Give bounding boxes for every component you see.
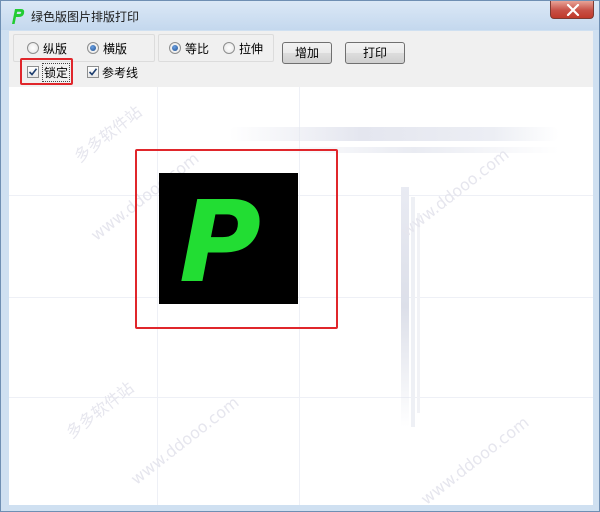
title-bar[interactable]: 绿色版图片排版打印 (1, 1, 599, 30)
tile-letter: P (179, 178, 261, 304)
radio-landscape-label: 横版 (103, 41, 128, 56)
radio-portrait-circle[interactable] (27, 42, 39, 54)
window-title: 绿色版图片排版打印 (31, 10, 140, 24)
radio-landscape[interactable]: 横版 (87, 40, 127, 56)
radio-portrait-label: 纵版 (43, 41, 68, 56)
guides-checkbox[interactable]: 参考线 (87, 64, 138, 80)
radio-proportional-circle[interactable] (169, 42, 181, 54)
close-icon (566, 4, 580, 16)
watermark: 多多软件站 (62, 378, 138, 443)
checkmark-icon (28, 68, 38, 76)
radio-stretch-label: 拉伸 (239, 41, 264, 56)
lock-checkbox-box[interactable] (27, 66, 39, 78)
radio-stretch-circle[interactable] (223, 42, 235, 54)
background-streak (417, 213, 420, 413)
radio-proportional-label: 等比 (185, 41, 210, 56)
radio-stretch[interactable]: 拉伸 (223, 40, 263, 56)
add-button[interactable]: 增加 (282, 42, 332, 64)
checkmark-icon (88, 68, 98, 76)
radio-portrait[interactable]: 纵版 (27, 40, 67, 56)
watermark: 多多软件站 (70, 102, 146, 167)
app-p-logo-icon (12, 9, 25, 24)
app-window: 绿色版图片排版打印 纵版 横版 等比 拉伸 增加 打印 锁定 参考线 多多软件站… (0, 0, 600, 512)
watermark: www.ddooo.com (397, 144, 513, 241)
image-tile[interactable]: P (159, 173, 298, 308)
lock-checkbox-label: 锁定 (42, 62, 71, 82)
close-button[interactable] (550, 1, 594, 19)
background-streak (229, 127, 559, 141)
guides-checkbox-label: 参考线 (102, 65, 139, 80)
guide-line (157, 87, 158, 505)
guide-line (9, 297, 593, 298)
toolbar: 纵版 横版 等比 拉伸 增加 打印 锁定 参考线 (9, 31, 593, 87)
radio-proportional[interactable]: 等比 (169, 40, 209, 56)
lock-checkbox[interactable]: 锁定 (27, 62, 71, 82)
guides-checkbox-box[interactable] (87, 66, 99, 78)
background-streak (269, 147, 559, 153)
app-p-logo-icon: P (179, 178, 261, 308)
watermark: www.ddooo.com (417, 412, 533, 505)
layout-canvas[interactable]: 多多软件站 www.ddooo.com www.ddooo.com 多多软件站 … (9, 87, 593, 505)
guide-line (9, 195, 593, 196)
radio-landscape-circle[interactable] (87, 42, 99, 54)
watermark: www.ddooo.com (127, 392, 243, 489)
print-button[interactable]: 打印 (345, 42, 405, 64)
